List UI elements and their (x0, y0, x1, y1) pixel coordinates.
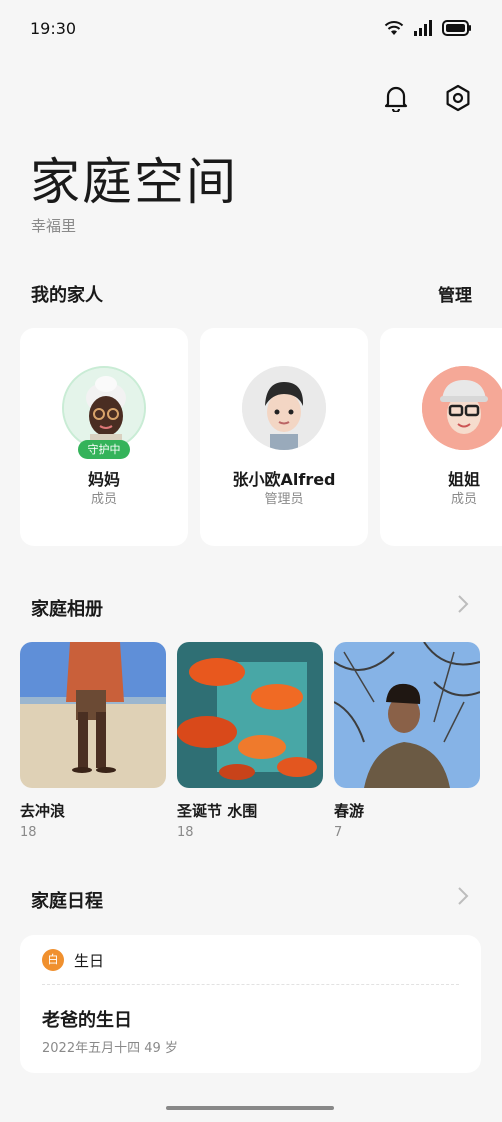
guarding-badge: 守护中 (78, 440, 130, 459)
status-icons (384, 20, 472, 36)
schedule-chevron-right-icon[interactable] (456, 886, 470, 906)
avatar (62, 366, 146, 450)
avatar (422, 366, 502, 450)
album-item[interactable]: 去冲浪 18 (20, 642, 166, 840)
divider (42, 984, 459, 985)
album-cover-image (334, 642, 480, 788)
album-name: 春游 (334, 802, 365, 820)
notification-button[interactable] (382, 84, 410, 112)
member-role: 成员 (450, 492, 477, 507)
album-chevron-right-icon[interactable] (456, 594, 470, 614)
status-time: 19:30 (30, 19, 77, 38)
album-cover-image (177, 642, 323, 788)
member-name: 姐姐 (447, 470, 480, 489)
top-actions (382, 84, 472, 112)
manage-button[interactable]: 管理 (438, 281, 472, 306)
page-title: 家庭空间 (30, 153, 238, 211)
gear-icon (446, 84, 470, 112)
album-count: 18 (177, 825, 194, 840)
wifi-icon (384, 21, 404, 35)
bell-icon (384, 86, 408, 112)
schedule-card[interactable]: 白 生日 老爸的生日 2022年五月十四 49 岁 (20, 935, 481, 1073)
schedule-section-title: 家庭日程 (31, 891, 103, 912)
home-indicator[interactable] (166, 1106, 334, 1110)
member-card-mom[interactable]: 守护中 妈妈 成员 (20, 328, 188, 546)
album-item[interactable]: 圣诞节 水围 18 (177, 642, 323, 840)
schedule-event-title: 老爸的生日 (42, 1010, 132, 1031)
album-list: 去冲浪 18 圣诞节 水围 18 春游 7 (20, 642, 502, 842)
family-member-list: 守护中 妈妈 成员 张小欧Alfred 管理员 姐姐 成员 (20, 328, 502, 546)
family-section-title: 我的家人 (31, 285, 103, 306)
settings-button[interactable] (444, 84, 472, 112)
album-count: 7 (334, 825, 343, 840)
member-name: 张小欧Alfred (232, 470, 336, 489)
member-card-sister[interactable]: 姐姐 成员 (380, 328, 502, 546)
schedule-type-label: 生日 (74, 952, 105, 970)
schedule-event-date: 2022年五月十四 49 岁 (42, 1041, 178, 1056)
battery-icon (442, 20, 471, 36)
member-role: 管理员 (264, 492, 304, 507)
avatar (242, 366, 326, 450)
album-name: 去冲浪 (20, 802, 66, 820)
album-name: 圣诞节 水围 (177, 802, 258, 820)
member-role: 成员 (90, 492, 117, 507)
page-subtitle: 幸福里 (31, 217, 77, 235)
album-cover-image (20, 642, 166, 788)
album-count: 18 (20, 825, 37, 840)
album-item[interactable]: 春游 7 (334, 642, 480, 840)
album-section-title: 家庭相册 (31, 599, 103, 620)
member-card-alfred[interactable]: 张小欧Alfred 管理员 (200, 328, 368, 546)
status-bar: 19:30 (0, 0, 502, 60)
birthday-icon: 白 (42, 949, 64, 971)
member-name: 妈妈 (87, 470, 120, 489)
signal-icon (414, 20, 432, 36)
